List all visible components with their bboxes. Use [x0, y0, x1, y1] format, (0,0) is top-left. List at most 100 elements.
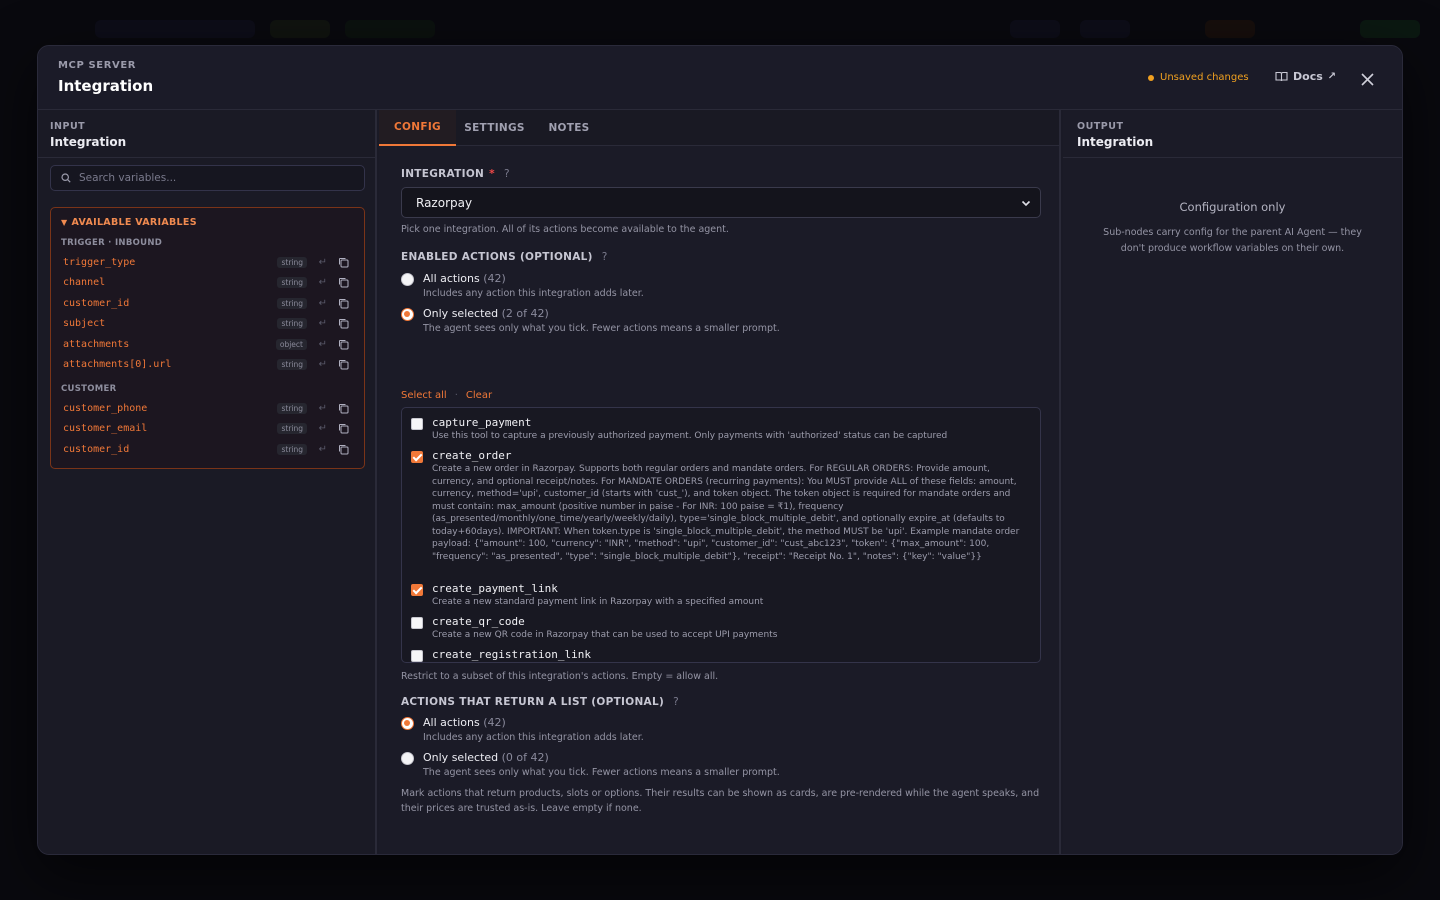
- action-item[interactable]: create_order Create a new order in Razorp…: [411, 449, 1031, 563]
- list-actions-note: Mark actions that return products, slots…: [401, 788, 1040, 814]
- copy-icon[interactable]: [338, 444, 349, 455]
- unsaved-dot-icon: [1148, 74, 1154, 81]
- insert-icon[interactable]: ↵: [319, 444, 327, 455]
- copy-icon[interactable]: [338, 257, 349, 268]
- radio-button[interactable]: [401, 308, 414, 321]
- variable-type-badge: string: [277, 443, 307, 455]
- radio-button[interactable]: [401, 752, 414, 765]
- help-icon[interactable]: ?: [602, 251, 608, 263]
- variable-name: customer_email: [63, 423, 148, 434]
- insert-icon[interactable]: ↵: [319, 257, 327, 268]
- actions-list[interactable]: capture_payment Use this tool to capture …: [401, 407, 1041, 663]
- modal-kicker: MCP SERVER: [58, 60, 137, 71]
- radio-count: (2 of 42): [501, 307, 549, 320]
- action-item[interactable]: create_payment_link Create a new standard…: [411, 582, 1031, 609]
- caret-down-icon: ▼: [61, 218, 68, 227]
- action-name: create_registration_link: [432, 648, 591, 661]
- tab-notes[interactable]: NOTES: [533, 110, 605, 146]
- close-button[interactable]: [1356, 68, 1378, 90]
- tab-settings[interactable]: SETTINGS: [456, 110, 533, 146]
- action-checkbox[interactable]: [411, 418, 423, 430]
- available-variables: ▼ AVAILABLE VARIABLES TRIGGER · INBOUND …: [50, 207, 365, 469]
- configuration-only-description: Sub-nodes carry config for the parent AI…: [1103, 227, 1362, 254]
- variable-type-badge: string: [277, 318, 307, 329]
- action-description: Create a new standard payment link in Ra…: [432, 597, 764, 607]
- enabled-radio-selected[interactable]: Only selected (2 of 42) The agent sees o…: [401, 307, 780, 334]
- copy-icon[interactable]: [338, 359, 349, 370]
- required-mark: *: [489, 168, 495, 180]
- variable-row[interactable]: channel string ↵: [51, 274, 364, 292]
- insert-icon[interactable]: ↵: [319, 403, 327, 414]
- unsaved-changes-indicator: Unsaved changes: [1148, 72, 1249, 83]
- docs-label: Docs: [1293, 70, 1323, 83]
- integration-select[interactable]: Razorpay: [401, 187, 1041, 218]
- enabled-radio-all[interactable]: All actions (42) Includes any action thi…: [401, 272, 644, 299]
- action-checkbox[interactable]: [411, 451, 423, 463]
- action-name: create_order: [432, 449, 512, 462]
- insert-icon[interactable]: ↵: [319, 339, 327, 350]
- integration-modal: MCP SERVER Integration Unsaved changes D…: [37, 45, 1403, 855]
- variable-type-badge: object: [275, 338, 307, 350]
- action-checkbox[interactable]: [411, 617, 423, 629]
- copy-icon[interactable]: [338, 339, 349, 350]
- variable-type-badge: string: [277, 423, 307, 434]
- copy-icon[interactable]: [338, 277, 349, 288]
- radio-label: All actions: [423, 716, 480, 729]
- copy-icon[interactable]: [338, 318, 349, 329]
- actions-hint: Restrict to a subset of this integration…: [401, 671, 719, 682]
- insert-icon[interactable]: ↵: [319, 277, 327, 288]
- variable-name: channel: [63, 277, 106, 288]
- configuration-only-title: Configuration only: [1179, 200, 1286, 214]
- help-icon[interactable]: ?: [673, 696, 679, 708]
- action-item[interactable]: capture_payment Use this tool to capture …: [411, 416, 1031, 443]
- action-item[interactable]: create_qr_code Create a new QR code in Ra…: [411, 615, 1031, 642]
- select-all-link[interactable]: Select all: [401, 390, 447, 401]
- insert-icon[interactable]: ↵: [319, 298, 327, 309]
- radio-label: Only selected: [423, 751, 499, 764]
- variable-row[interactable]: attachments object ↵: [51, 335, 364, 353]
- unsaved-label: Unsaved changes: [1160, 72, 1249, 83]
- action-checkbox[interactable]: [411, 650, 423, 662]
- variable-search[interactable]: [50, 165, 365, 191]
- action-checkbox[interactable]: [411, 584, 423, 596]
- variable-row[interactable]: subject string ↵: [51, 315, 364, 333]
- variable-name: trigger_type: [63, 256, 136, 268]
- variable-type-badge: string: [277, 402, 307, 414]
- radio-button[interactable]: [401, 273, 414, 286]
- tab-bar: CONFIG SETTINGS NOTES: [379, 110, 1059, 146]
- output-title: Integration: [1077, 135, 1154, 149]
- radio-label: All actions: [423, 272, 480, 285]
- copy-icon[interactable]: [338, 298, 349, 309]
- variable-row[interactable]: attachments[0].url string ↵: [51, 356, 364, 374]
- insert-icon[interactable]: ↵: [319, 423, 327, 434]
- docs-link[interactable]: Docs ↗: [1275, 70, 1336, 83]
- search-input[interactable]: [79, 172, 339, 184]
- integration-selected-value: Razorpay: [416, 195, 473, 210]
- list-radio-selected[interactable]: Only selected (0 of 42) The agent sees o…: [401, 751, 780, 778]
- variables-toggle[interactable]: ▼ AVAILABLE VARIABLES: [61, 217, 197, 228]
- integration-hint: Pick one integration. All of its actions…: [401, 224, 729, 235]
- tab-config[interactable]: CONFIG: [379, 110, 456, 146]
- variable-row[interactable]: customer_id string ↵: [51, 294, 364, 312]
- copy-icon[interactable]: [338, 403, 349, 414]
- variable-row[interactable]: customer_email string ↵: [51, 420, 364, 438]
- close-icon: [1360, 72, 1374, 86]
- variable-name: attachments: [63, 338, 130, 350]
- variable-row[interactable]: customer_id string ↵: [51, 440, 364, 458]
- radio-button[interactable]: [401, 717, 414, 730]
- variable-row[interactable]: customer_phone string ↵: [51, 399, 364, 417]
- action-description: Create a new QR code in Razorpay that ca…: [432, 630, 778, 640]
- selection-links: Select all · Clear: [401, 390, 492, 401]
- help-icon[interactable]: ?: [504, 168, 510, 180]
- list-radio-all[interactable]: All actions (42) Includes any action thi…: [401, 716, 644, 743]
- insert-icon[interactable]: ↵: [319, 318, 327, 329]
- radio-label: Only selected: [423, 307, 499, 320]
- variable-row[interactable]: trigger_type string ↵: [51, 253, 364, 271]
- config-panel: CONFIG SETTINGS NOTES INTEGRATION * ? Ra…: [379, 110, 1061, 854]
- clear-link[interactable]: Clear: [466, 390, 492, 401]
- action-item[interactable]: create_registration_link: [411, 648, 1031, 662]
- insert-icon[interactable]: ↵: [319, 359, 327, 370]
- copy-icon[interactable]: [338, 423, 349, 434]
- integration-label: INTEGRATION: [401, 168, 485, 180]
- chevron-down-icon: [1021, 200, 1031, 207]
